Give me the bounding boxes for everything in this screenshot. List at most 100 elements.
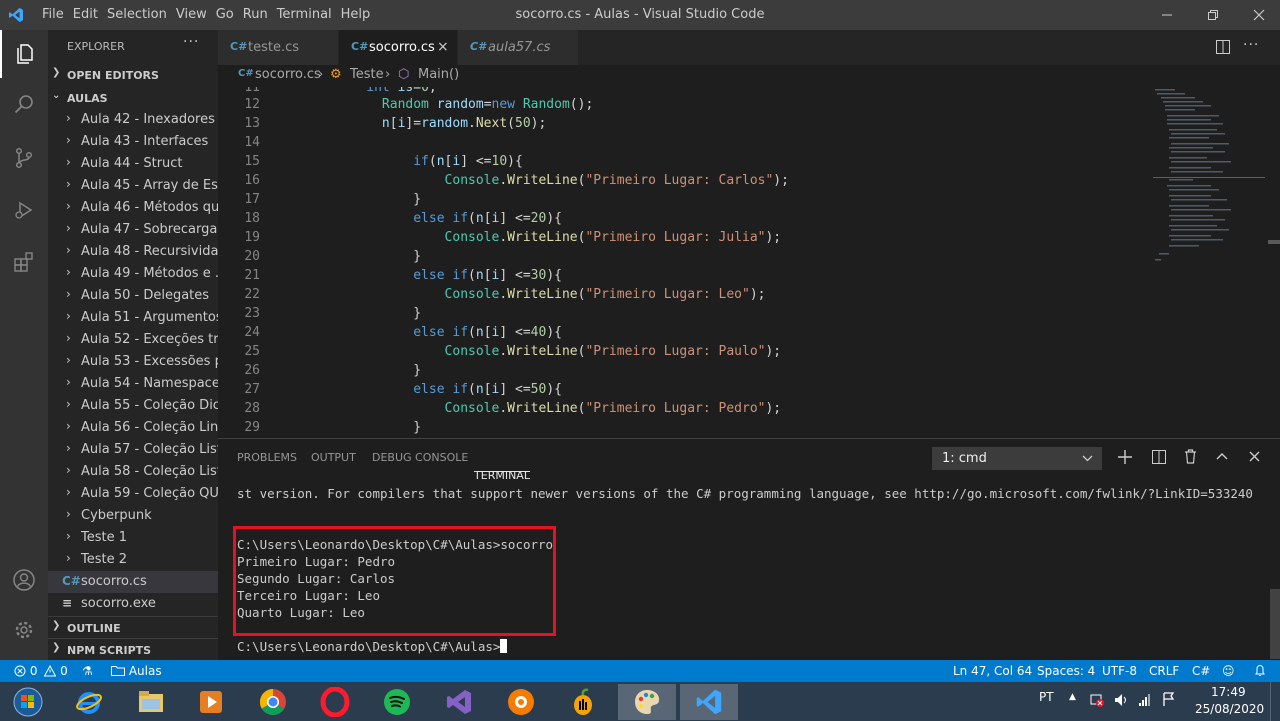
taskbar-paint[interactable]: [618, 684, 676, 720]
network-error-icon[interactable]: [1089, 692, 1105, 708]
live-share-icon[interactable]: ⚗: [82, 664, 93, 678]
taskbar-vscode[interactable]: [680, 684, 738, 720]
folder-item[interactable]: › Aula 46 - Métodos qu...: [48, 197, 218, 219]
folder-item[interactable]: ›Aula 58 - Coleção List...: [48, 461, 218, 483]
npm-scripts-section[interactable]: ❯ NPM SCRIPTS: [48, 638, 218, 660]
source-control-activity[interactable]: [0, 134, 48, 182]
open-editors-section[interactable]: ❯ OPEN EDITORS: [48, 64, 218, 86]
folder-item[interactable]: › Teste 1: [48, 527, 218, 549]
folder-item[interactable]: ›Aula 45 - Array de Est...: [48, 175, 218, 197]
signal-icon[interactable]: [1137, 692, 1153, 708]
volume-icon[interactable]: [1113, 692, 1129, 708]
folder-item[interactable]: › Aula 43 - Interfaces: [48, 131, 218, 153]
folder-item[interactable]: ›Aula 51 - Argumentos...: [48, 307, 218, 329]
flag-icon[interactable]: [1161, 691, 1177, 707]
taskbar-avast[interactable]: [492, 684, 550, 720]
folder-item[interactable]: › Aula 49 - Métodos e ...: [48, 263, 218, 285]
feedback-icon[interactable]: ☺: [1222, 664, 1235, 678]
split-terminal-icon[interactable]: [1152, 450, 1166, 464]
folder-item[interactable]: › Aula 55 - Coleção Dic...: [48, 395, 218, 417]
close-tab-icon[interactable]: ×: [437, 39, 449, 55]
folder-item[interactable]: ›Aula 47 - Sobrecarga ...: [48, 219, 218, 241]
taskbar-spotify[interactable]: [368, 684, 426, 720]
editor-scrollbar[interactable]: [1268, 240, 1280, 244]
menu-run[interactable]: Run: [243, 0, 277, 30]
plus-icon[interactable]: [1118, 450, 1132, 464]
taskbar-ie[interactable]: [60, 684, 118, 720]
restore-button[interactable]: [1190, 0, 1236, 30]
chevron-up-icon[interactable]: [1216, 452, 1228, 460]
breadcrumb-method[interactable]: Main(): [418, 67, 459, 82]
language-indicator[interactable]: PT: [1039, 690, 1054, 704]
tab-debug-console[interactable]: DEBUG CONSOLE: [372, 451, 468, 464]
menu-help[interactable]: Help: [341, 0, 380, 30]
more-actions-icon[interactable]: ···: [183, 34, 199, 50]
clock-time[interactable]: 17:49: [1211, 685, 1246, 699]
minimize-button[interactable]: [1144, 0, 1190, 30]
manage-activity[interactable]: [0, 606, 48, 654]
menu-selection[interactable]: Selection: [107, 0, 176, 30]
tab-output[interactable]: OUTPUT: [311, 451, 356, 464]
menu-terminal[interactable]: Terminal: [277, 0, 341, 30]
terminal-scrollbar[interactable]: [1270, 589, 1280, 659]
explorer-activity[interactable]: [0, 30, 48, 78]
terminal-select[interactable]: 1: cmd: [932, 447, 1102, 470]
show-desktop-button[interactable]: [1270, 682, 1280, 721]
code-editor[interactable]: 11 12 13 14 15 16 17 18 19 20 21 22 23 2…: [218, 87, 1280, 438]
folder-item[interactable]: ›Aula 53 - Excessões p...: [48, 351, 218, 373]
aulas-folder-section[interactable]: ⌄ AULAS: [48, 87, 218, 109]
more-actions-icon[interactable]: ···: [1243, 37, 1259, 53]
line-ending[interactable]: CRLF: [1149, 664, 1179, 678]
menu-go[interactable]: Go: [216, 0, 243, 30]
minimap[interactable]: [1153, 87, 1273, 267]
indentation[interactable]: Spaces: 4: [1037, 664, 1095, 678]
cursor-position[interactable]: Ln 47, Col 64: [953, 664, 1032, 678]
notifications-icon[interactable]: [1254, 664, 1266, 680]
folder-item[interactable]: › Aula 44 - Struct: [48, 153, 218, 175]
file-item-socorro-exe[interactable]: ≡ socorro.exe: [48, 593, 218, 615]
folder-item[interactable]: › Aula 56 - Coleção Lin...: [48, 417, 218, 439]
tab-socorro-cs[interactable]: C# socorro.cs ×: [339, 30, 457, 65]
show-hidden-icons[interactable]: ▲: [1069, 692, 1076, 702]
start-button[interactable]: [0, 684, 56, 720]
taskbar-fl-studio[interactable]: [554, 684, 612, 720]
encoding[interactable]: UTF-8: [1102, 664, 1137, 678]
close-window-button[interactable]: [1236, 0, 1280, 30]
problems-status[interactable]: 0 0: [14, 664, 68, 678]
search-activity[interactable]: [0, 80, 48, 128]
folder-item[interactable]: › Cyberpunk: [48, 505, 218, 527]
taskbar-media-player[interactable]: [182, 684, 240, 720]
taskbar-visual-studio[interactable]: [430, 684, 488, 720]
folder-item[interactable]: › Aula 59 - Coleção QU...: [48, 483, 218, 505]
run-debug-activity[interactable]: [0, 186, 48, 234]
folder-item[interactable]: ›Aula 57 - Coleção List...: [48, 439, 218, 461]
folder-item[interactable]: › Aula 50 - Delegates: [48, 285, 218, 307]
folder-item[interactable]: ›Aula 48 - Recursividade: [48, 241, 218, 263]
accounts-activity[interactable]: [0, 556, 48, 604]
language-mode[interactable]: C#: [1192, 664, 1210, 678]
taskbar-chrome[interactable]: [244, 684, 302, 720]
menu-file[interactable]: File: [42, 0, 73, 30]
menu-view[interactable]: View: [176, 0, 216, 30]
folder-item[interactable]: › Aula 54 - Namespaces: [48, 373, 218, 395]
close-icon[interactable]: [1249, 451, 1260, 462]
tab-teste-cs[interactable]: C# teste.cs: [218, 30, 338, 65]
menu-edit[interactable]: Edit: [73, 0, 107, 30]
trash-icon[interactable]: [1184, 449, 1197, 464]
extensions-activity[interactable]: [0, 238, 48, 286]
folder-item[interactable]: › Aula 42 - Inexadores ...: [48, 109, 218, 131]
taskbar-opera[interactable]: [306, 684, 364, 720]
tab-aula57-cs[interactable]: C# aula57.cs: [458, 30, 578, 65]
folder-item[interactable]: › Teste 2: [48, 549, 218, 571]
folder-item[interactable]: ›Aula 52 - Exceções try...: [48, 329, 218, 351]
breadcrumb-class[interactable]: Teste: [350, 67, 384, 82]
breadcrumb-file[interactable]: socorro.cs: [255, 67, 321, 82]
folder-status[interactable]: Aulas: [111, 664, 162, 678]
tab-problems[interactable]: PROBLEMS: [237, 451, 297, 464]
file-item-socorro-cs[interactable]: C# socorro.cs: [48, 571, 218, 593]
terminal-prompt[interactable]: C:\Users\Leonardo\Desktop\C#\Aulas>: [237, 639, 508, 654]
outline-section[interactable]: ❯ OUTLINE: [48, 616, 218, 639]
clock-date[interactable]: 25/08/2020: [1195, 702, 1264, 716]
taskbar-explorer[interactable]: [122, 684, 180, 720]
split-editor-icon[interactable]: [1216, 40, 1230, 54]
